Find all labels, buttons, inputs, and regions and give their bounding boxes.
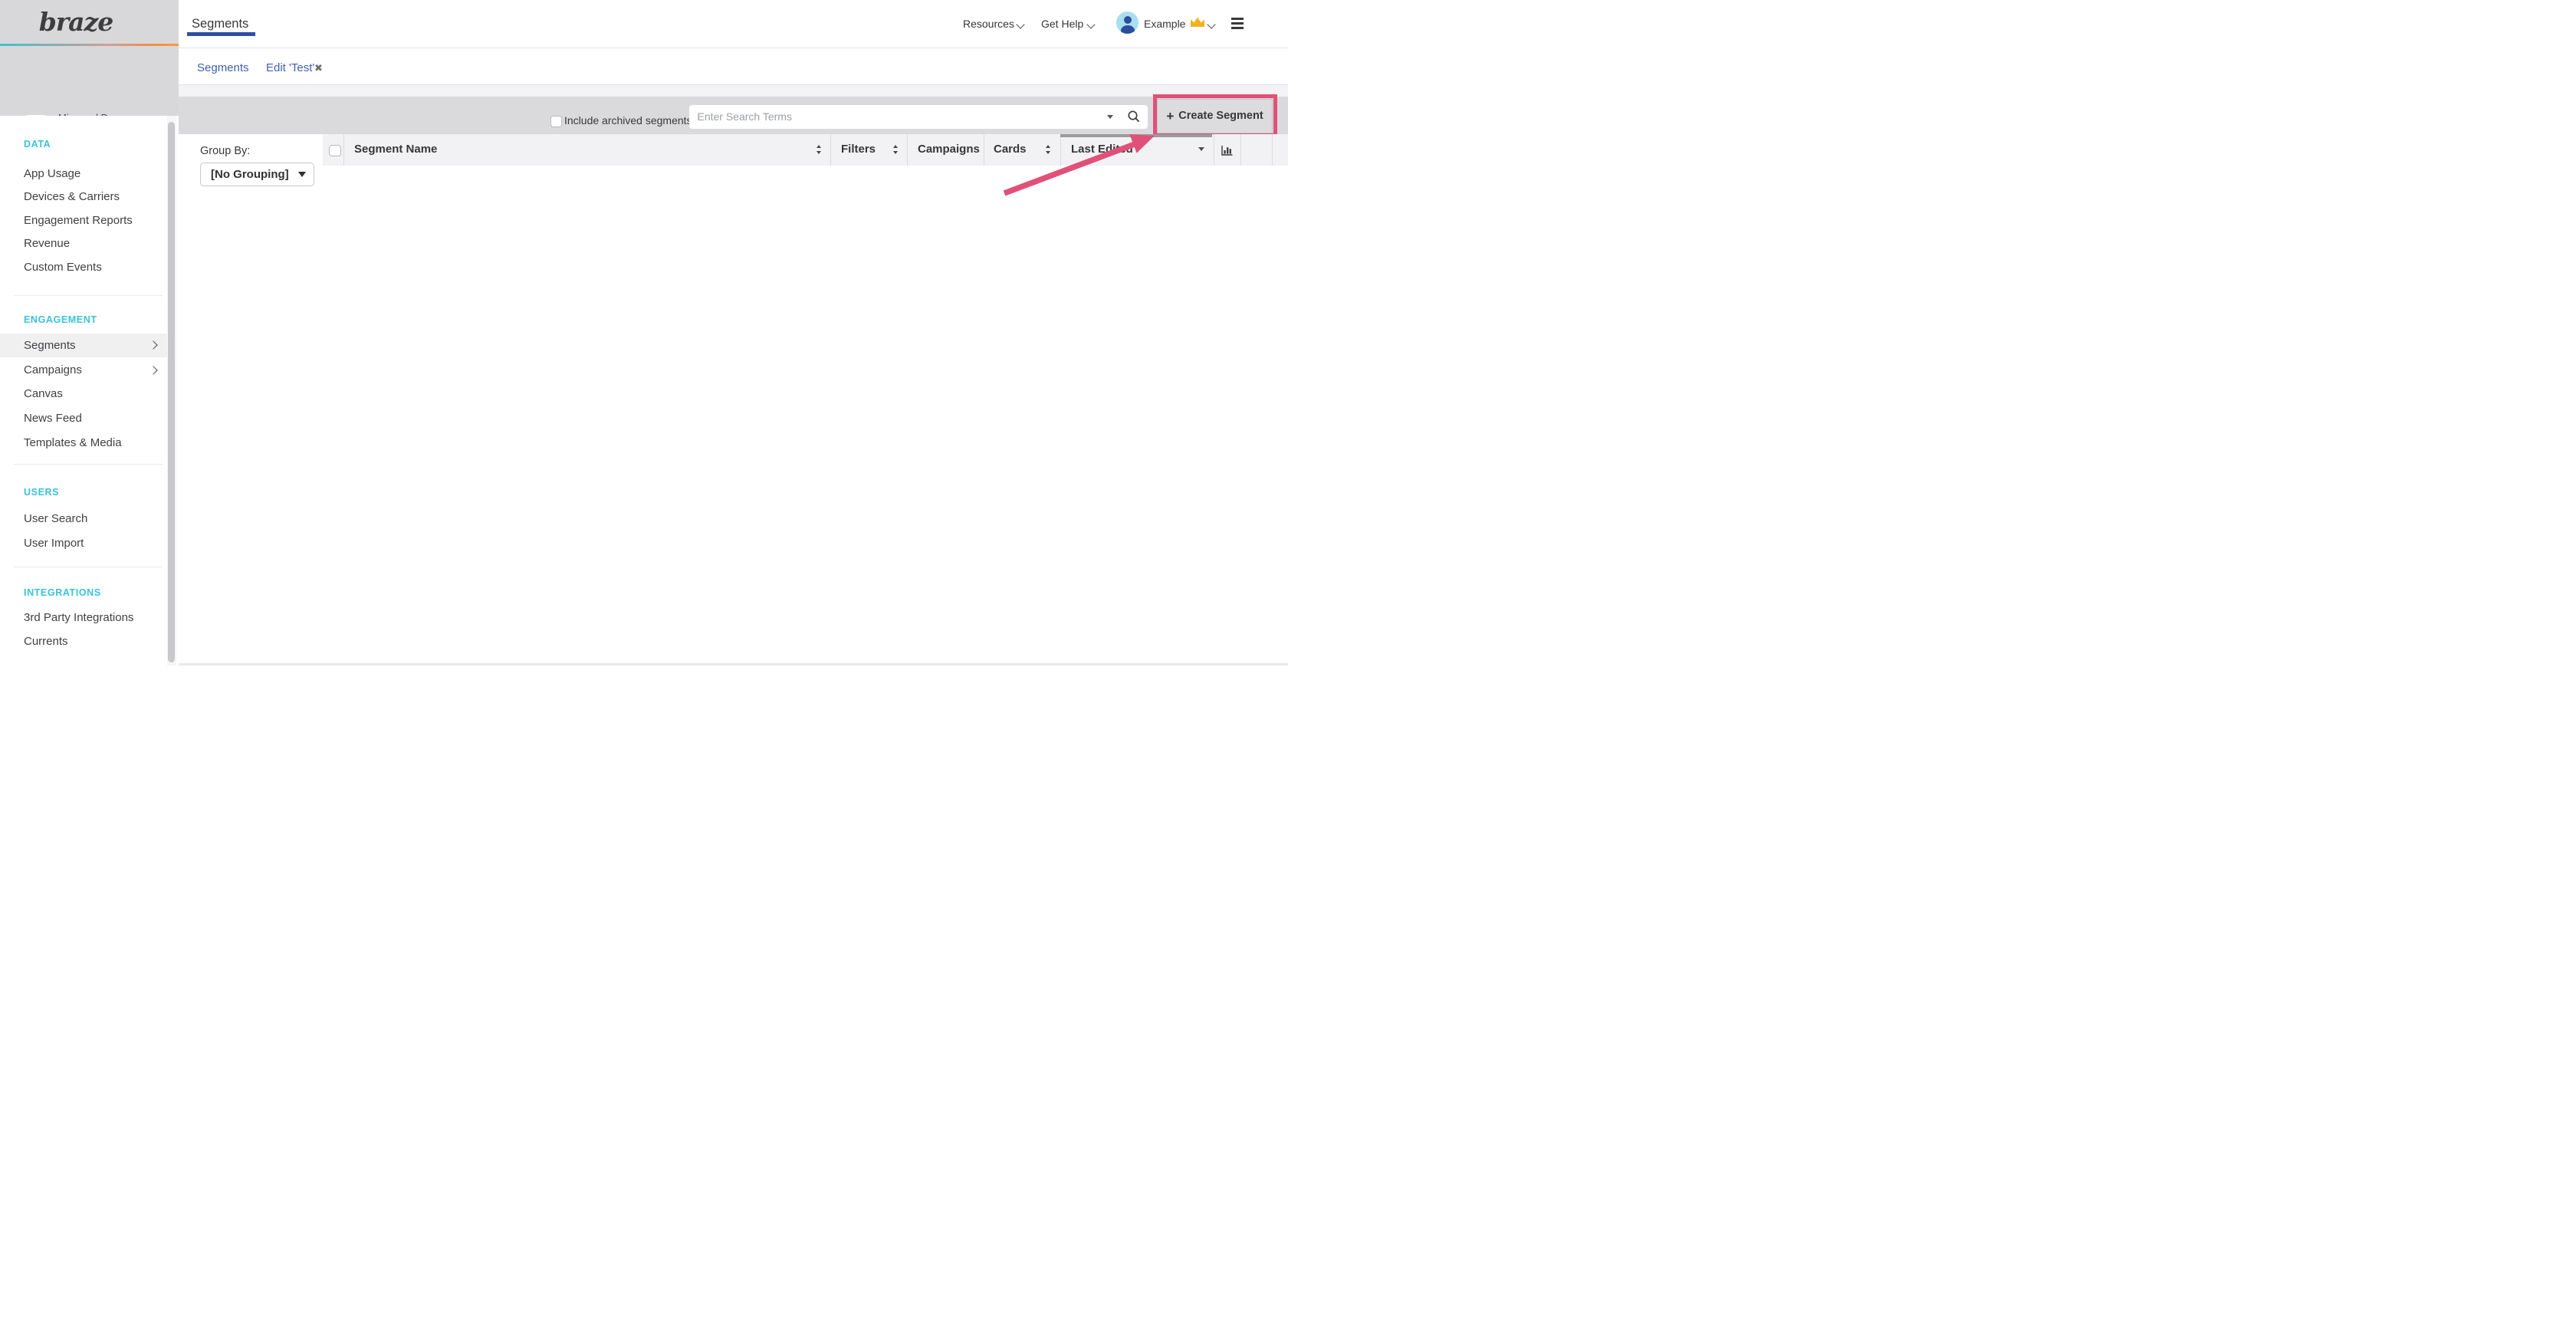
annotation-highlight-box	[1153, 94, 1277, 137]
column-border	[343, 134, 344, 166]
logo-area: braze	[0, 0, 179, 44]
sidebar-item-label: Segments	[24, 334, 76, 357]
sidebar-item-canvas[interactable]: Canvas	[0, 383, 167, 406]
sidebar-item-label: News Feed	[24, 407, 82, 430]
tab-bar	[179, 48, 1288, 85]
sidebar-item-currents[interactable]: Currents	[0, 630, 167, 653]
sidebar-item-3rd-party-integrations[interactable]: 3rd Party Integrations	[0, 606, 167, 629]
select-all-checkbox[interactable]	[329, 145, 341, 156]
sidebar-item-label: Engagement Reports	[24, 209, 133, 232]
sidebar-item-label: Revenue	[24, 232, 70, 255]
group-by-dropdown[interactable]: [No Grouping]	[200, 163, 314, 186]
sort-down-icon	[816, 151, 821, 154]
sidebar-section-data: DATA	[24, 139, 51, 151]
column-dropdown-caret-icon[interactable]	[1198, 147, 1204, 151]
column-border	[1240, 134, 1241, 166]
annotation-arrow-icon	[981, 123, 1165, 203]
sidebar-item-label: User Import	[24, 532, 84, 555]
search-dropdown-caret-icon[interactable]	[1107, 115, 1113, 119]
braze-dashboard: braze b Mixpanel Demo Mixpanel Demo DATA…	[0, 0, 1288, 666]
sidebar-item-label: Currents	[24, 630, 68, 653]
sidebar-item-news-feed[interactable]: News Feed	[0, 407, 167, 430]
sidebar-item-revenue[interactable]: Revenue	[0, 232, 167, 255]
sidebar-item-label: Templates & Media	[24, 432, 122, 455]
sidebar-item-user-import[interactable]: User Import	[0, 532, 167, 555]
sidebar-item-devices-carriers[interactable]: Devices & Carriers	[0, 186, 167, 209]
column-border	[907, 134, 908, 166]
active-tab-underline	[187, 32, 255, 37]
workspace-selector[interactable]: b Mixpanel Demo Mixpanel Demo	[0, 46, 179, 116]
group-by-label: Group By:	[200, 145, 250, 157]
sort-icon[interactable]	[816, 145, 823, 154]
group-by-value: [No Grouping]	[211, 163, 289, 186]
person-icon	[1121, 25, 1135, 34]
column-header-filters[interactable]: Filters	[841, 134, 876, 166]
hamburger-menu-icon[interactable]	[1231, 18, 1244, 29]
sidebar-item-app-usage[interactable]: App Usage	[0, 163, 167, 186]
caret-down-icon	[298, 172, 306, 177]
sidebar-section-users: USERS	[24, 487, 59, 499]
sidebar-item-label: Campaigns	[24, 359, 82, 382]
sidebar-item-engagement-reports[interactable]: Engagement Reports	[0, 209, 167, 232]
page-title: Segments	[192, 0, 248, 48]
sidebar-item-segments[interactable]: Segments	[0, 334, 167, 357]
column-border	[830, 134, 831, 166]
sidebar-scrollbar-thumb[interactable]	[168, 122, 175, 662]
sidebar-item-campaigns[interactable]: Campaigns	[0, 359, 167, 382]
tab-segments[interactable]: Segments	[197, 61, 249, 76]
braze-logo: braze	[26, 5, 126, 40]
sort-up-icon	[893, 145, 898, 148]
table-body-empty	[323, 166, 1288, 662]
user-name[interactable]: Example	[1144, 0, 1185, 48]
sidebar-scrollbar-track[interactable]	[167, 116, 176, 666]
sidebar-nav: DATA App UsageDevices & CarriersEngagemen…	[0, 116, 167, 666]
crown-icon	[1191, 17, 1204, 28]
sidebar-item-label: User Search	[24, 508, 87, 531]
sidebar-section-engagement: ENGAGEMENT	[24, 314, 97, 327]
include-archived-checkbox[interactable]	[550, 116, 562, 127]
sidebar-section-integrations: INTEGRATIONS	[24, 587, 101, 600]
chevron-right-icon	[149, 340, 157, 349]
search-icon[interactable]	[1127, 110, 1141, 123]
sidebar-item-label: Devices & Carriers	[24, 186, 120, 209]
sidebar-item-templates-media[interactable]: Templates & Media	[0, 432, 167, 455]
include-archived-label: Include archived segments	[564, 114, 692, 127]
horizontal-scrollbar-track[interactable]	[179, 663, 1288, 666]
sort-down-icon	[893, 151, 898, 154]
menu-resources[interactable]: Resources	[963, 0, 1014, 48]
sidebar-item-label: 3rd Party Integrations	[24, 606, 133, 629]
column-header-segment-name[interactable]: Segment Name	[354, 134, 437, 166]
spacer-band	[179, 85, 1288, 97]
group-by-panel: Group By: [No Grouping]	[179, 134, 324, 662]
sort-icon[interactable]	[892, 145, 899, 154]
bar-chart-icon[interactable]	[1221, 146, 1233, 156]
sidebar-item-label: Custom Events	[24, 256, 102, 279]
sidebar-divider	[14, 464, 163, 465]
chevron-right-icon	[149, 366, 157, 374]
sidebar-item-label: App Usage	[24, 163, 80, 186]
sidebar-item-user-search[interactable]: User Search	[0, 508, 167, 531]
sidebar-item-custom-events[interactable]: Custom Events	[0, 256, 167, 279]
user-avatar[interactable]	[1116, 12, 1138, 34]
close-tab-icon[interactable]: ✖	[314, 61, 323, 76]
person-icon	[1124, 16, 1132, 24]
sidebar-divider	[14, 295, 163, 296]
sort-up-icon	[816, 145, 821, 148]
sidebar-item-label: Canvas	[24, 383, 63, 406]
column-border	[1272, 134, 1273, 166]
tab-edit-test[interactable]: Edit 'Test'	[266, 61, 314, 76]
column-header-campaigns[interactable]: Campaigns	[918, 134, 980, 166]
menu-get-help[interactable]: Get Help	[1041, 0, 1083, 48]
